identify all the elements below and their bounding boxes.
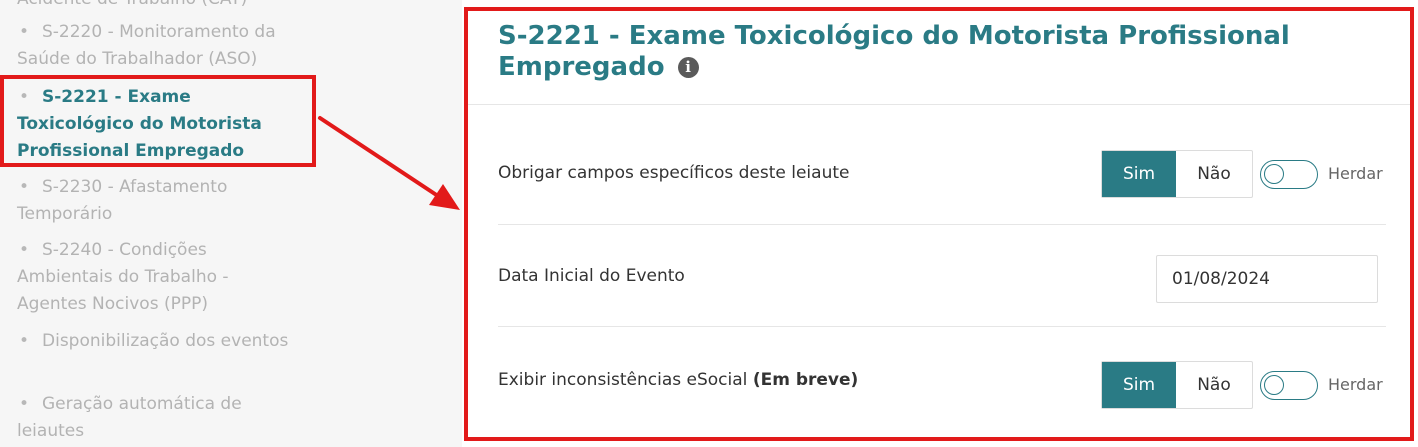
obrigar-sim-button[interactable]: Sim <box>1102 151 1176 197</box>
exibir-label-text: Exibir inconsistências eSocial <box>498 370 748 390</box>
data-inicial-input[interactable] <box>1156 255 1378 303</box>
bullet-icon: • <box>19 394 30 414</box>
row-label-exibir: Exibir inconsistências eSocial (Em breve… <box>498 370 858 390</box>
row-divider <box>498 326 1386 327</box>
sidebar-item-s2220[interactable]: • S-2220 - Monitoramento da Saúde do Trab… <box>17 19 302 73</box>
sidebar-nav: Acidente de Trabalho (CAT) •S-2220 - Mon… <box>0 0 462 447</box>
exibir-label-suffix: (Em breve) <box>752 370 859 390</box>
exibir-herdar-toggle[interactable] <box>1260 371 1318 400</box>
sidebar-item-label: S-2230 - Afastamento Temporário <box>17 177 228 224</box>
toggle-knob <box>1264 164 1284 184</box>
sidebar-item-label: Acidente de Trabalho (CAT) <box>17 0 247 9</box>
sidebar-item-cat[interactable]: Acidente de Trabalho (CAT) <box>17 0 302 13</box>
sidebar-item-geracao[interactable]: • Geração automática de leiautes <box>17 391 302 445</box>
sidebar-item-disponibilizacao[interactable]: • Disponibilização dos eventos <box>17 328 302 355</box>
bullet-icon: • <box>19 22 30 42</box>
sidebar-item-label: S-2240 - Condições Ambientais do Trabalh… <box>17 240 229 314</box>
sidebar-item-s2230[interactable]: • S-2230 - Afastamento Temporário <box>17 174 302 228</box>
obrigar-herdar-toggle[interactable] <box>1260 160 1318 189</box>
exibir-sim-button[interactable]: Sim <box>1102 362 1176 408</box>
sidebar-item-label: S-2220 - Monitoramento da Saúde do Traba… <box>17 22 276 69</box>
obrigar-nao-button[interactable]: Não <box>1176 151 1252 197</box>
page-title-text: S-2221 - Exame Toxicológico do Motorista… <box>498 21 1290 82</box>
panel-header: S-2221 - Exame Toxicológico do Motorista… <box>468 11 1410 105</box>
row-label-obrigar: Obrigar campos específicos deste leiaute <box>498 163 850 183</box>
arrow-icon <box>318 116 460 210</box>
bullet-icon: • <box>19 177 30 197</box>
page-title: S-2221 - Exame Toxicológico do Motorista… <box>498 21 1378 83</box>
sidebar-item-label: Geração automática de leiautes <box>17 394 242 441</box>
obrigar-herdar-label: Herdar <box>1328 164 1383 183</box>
info-circle-icon[interactable]: i <box>677 57 699 78</box>
obrigar-segmented-control: Sim Não <box>1101 150 1253 198</box>
row-divider <box>498 224 1386 225</box>
bullet-icon: • <box>19 331 30 351</box>
toggle-knob <box>1264 375 1284 395</box>
bullet-icon: • <box>19 240 30 260</box>
settings-panel: S-2221 - Exame Toxicológico do Motorista… <box>464 7 1414 441</box>
sidebar-item-label: Disponibilização dos eventos <box>42 331 289 351</box>
exibir-segmented-control: Sim Não <box>1101 361 1253 409</box>
row-label-data-inicial: Data Inicial do Evento <box>498 266 685 286</box>
sidebar-item-s2240[interactable]: • S-2240 - Condições Ambientais do Trabal… <box>17 237 302 318</box>
exibir-herdar-label: Herdar <box>1328 375 1383 394</box>
highlight-box <box>0 75 316 167</box>
exibir-nao-button[interactable]: Não <box>1176 362 1252 408</box>
